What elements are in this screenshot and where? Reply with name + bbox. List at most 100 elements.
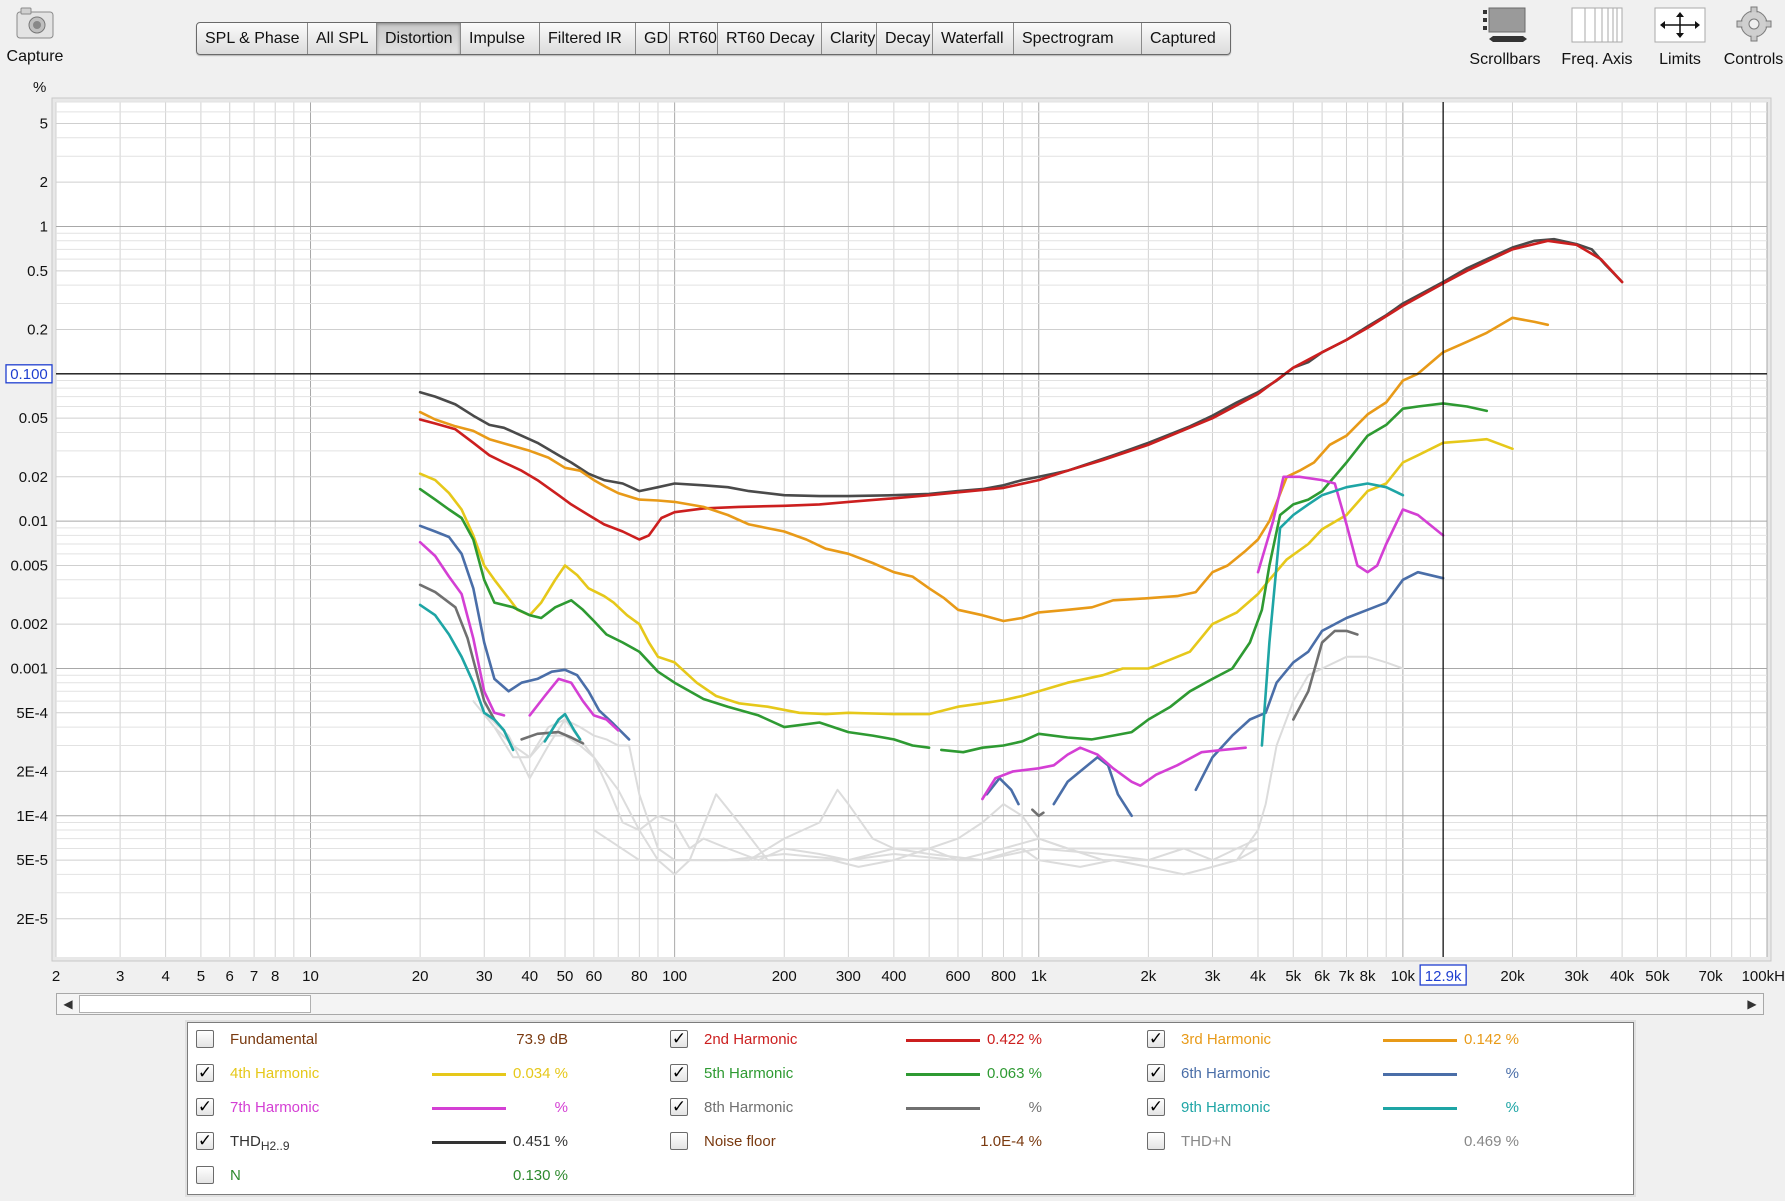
cursor-y-readout: 0.100 [10, 366, 48, 383]
scrollbars-button[interactable]: Scrollbars [1466, 4, 1544, 72]
x-tick-label: 3 [116, 968, 124, 985]
scrollbars-icon [1483, 7, 1527, 42]
legend-item-8th-harmonic: ✓ 8th Harmonic% [670, 1096, 1110, 1120]
7th-harmonic-checkbox[interactable]: ✓ [196, 1098, 214, 1116]
tab-filtered-ir[interactable]: Filtered IR [540, 23, 636, 54]
fundamental-checkbox[interactable] [196, 1030, 214, 1048]
x-tick-label: 10 [302, 968, 319, 985]
distortion-graph[interactable]: 5 2 1 0.5 0.2 0.05 0.02 0.01 0.005 0.002 0.001 5E-4… [0, 86, 1785, 986]
fundamental-value: 73.9 dB [516, 1031, 568, 1048]
y-tick-label: 5E-4 [16, 705, 48, 722]
y-tick-label: 0.02 [19, 469, 48, 486]
y-tick-label: 1 [40, 218, 48, 235]
n-checkbox[interactable] [196, 1166, 214, 1184]
tab-spl-phase[interactable]: SPL & Phase [197, 23, 308, 54]
controls-button[interactable]: Controls [1722, 4, 1785, 72]
x-tick-label: 30k [1565, 968, 1590, 985]
legend-item-3rd-harmonic: ✓ 3rd Harmonic 0.142 % [1147, 1028, 1587, 1052]
tab-rt60-decay[interactable]: RT60 Decay [718, 23, 822, 54]
scroll-right-arrow-icon[interactable]: ▶ [1741, 994, 1763, 1014]
freq-axis-icon [1571, 7, 1623, 43]
x-tick-label: 800 [991, 968, 1016, 985]
tab-decay[interactable]: Decay [877, 23, 933, 54]
x-tick-label: 80 [631, 968, 648, 985]
5th-harmonic-label: 5th Harmonic [704, 1065, 794, 1082]
7th-harmonic-value: % [554, 1099, 568, 1116]
limits-icon [1654, 7, 1706, 43]
3rd-harmonic-label: 3rd Harmonic [1181, 1031, 1272, 1048]
5th-harmonic-value: 0.063 % [986, 1065, 1042, 1082]
n-value: 0.130 % [512, 1167, 568, 1184]
8th-harmonic-checkbox[interactable]: ✓ [670, 1098, 688, 1116]
y-tick-label: 0.5 [27, 263, 48, 280]
6th-harmonic-checkbox[interactable]: ✓ [1147, 1064, 1165, 1082]
legend-item-4th-harmonic: ✓ 4th Harmonic 0.034 % [196, 1062, 636, 1086]
legend-item-9th-harmonic: ✓ 9th Harmonic% [1147, 1096, 1587, 1120]
horizontal-scrollbar[interactable]: ◀ ▶ [56, 993, 1764, 1015]
thd-label: THDH2..9 [230, 1133, 290, 1153]
scrollbars-label: Scrollbars [1469, 51, 1541, 68]
capture-label: Capture [6, 48, 64, 65]
8th-harmonic-value: % [1028, 1099, 1042, 1116]
camera-icon [16, 7, 54, 39]
y-tick-label: 2E-5 [16, 911, 48, 928]
x-tick-label: 100 [662, 968, 687, 985]
4th-harmonic-label: 4th Harmonic [230, 1065, 320, 1082]
legend-item-7th-harmonic: ✓ 7th Harmonic% [196, 1096, 636, 1120]
9th-harmonic-label: 9th Harmonic [1181, 1099, 1271, 1116]
tab-distortion[interactable]: Distortion [377, 23, 461, 54]
y-tick-label: 0.01 [19, 513, 48, 530]
x-tick-label: 6 [226, 968, 234, 985]
2nd-harmonic-label: 2nd Harmonic [704, 1031, 798, 1048]
3rd-harmonic-checkbox[interactable]: ✓ [1147, 1030, 1165, 1048]
plot-area [56, 102, 1767, 957]
6th-harmonic-value: % [1505, 1065, 1519, 1082]
tab-spectrogram[interactable]: Spectrogram [1014, 23, 1142, 54]
thd-n-checkbox[interactable] [1147, 1132, 1165, 1150]
x-tick-label: 70k [1699, 968, 1724, 985]
x-tick-label: 6k [1314, 968, 1330, 985]
x-tick-label: 50k [1645, 968, 1670, 985]
6th-harmonic-label: 6th Harmonic [1181, 1065, 1271, 1082]
8th-harmonic-label: 8th Harmonic [704, 1099, 794, 1116]
y-tick-label: 5 [40, 116, 48, 133]
trace-legend-panel: Fundamental 73.9 dB ✓ 2nd Harmonic 0.422 % ✓ 3… [187, 1022, 1634, 1195]
y-tick-label: 2E-4 [16, 763, 48, 780]
x-tick-label: 3k [1205, 968, 1221, 985]
x-tick-label: 10k [1391, 968, 1416, 985]
tab-clarity[interactable]: Clarity [822, 23, 877, 54]
scroll-left-arrow-icon[interactable]: ◀ [57, 994, 79, 1014]
limits-button[interactable]: Limits [1640, 4, 1720, 72]
thd-value: 0.451 % [512, 1133, 568, 1150]
y-tick-label: 0.001 [10, 660, 48, 677]
9th-harmonic-checkbox[interactable]: ✓ [1147, 1098, 1165, 1116]
controls-label: Controls [1723, 51, 1784, 68]
thd-n-value: 0.469 % [1463, 1133, 1519, 1150]
x-tick-label: 40 [521, 968, 538, 985]
x-tick-label: 200 [772, 968, 797, 985]
4th-harmonic-checkbox[interactable]: ✓ [196, 1064, 214, 1082]
tab-waterfall[interactable]: Waterfall [933, 23, 1014, 54]
tab-gd[interactable]: GD [636, 23, 670, 54]
x-tick-label: 50 [557, 968, 574, 985]
y-tick-label: 0.002 [10, 616, 48, 633]
2nd-harmonic-checkbox[interactable]: ✓ [670, 1030, 688, 1048]
tab-impulse[interactable]: Impulse [461, 23, 540, 54]
5th-harmonic-checkbox[interactable]: ✓ [670, 1064, 688, 1082]
legend-item-noise-floor: Noise floor 1.0E-4 % [670, 1130, 1110, 1154]
tab-rt60[interactable]: RT60 [670, 23, 718, 54]
capture-button[interactable]: Capture [6, 6, 64, 72]
freq-axis-button[interactable]: Freq. Axis [1556, 4, 1638, 72]
x-tick-label: 8k [1360, 968, 1376, 985]
thd-checkbox[interactable]: ✓ [196, 1132, 214, 1150]
y-tick-label: 0.2 [27, 321, 48, 338]
scrollbar-thumb[interactable] [79, 995, 311, 1013]
legend-item-thd: ✓ THDH2..9 0.451 % [196, 1130, 636, 1154]
tab-all-spl[interactable]: All SPL [308, 23, 377, 54]
tab-captured[interactable]: Captured [1142, 23, 1230, 54]
x-tick-label: 2 [52, 968, 60, 985]
y-tick-label: 0.05 [19, 410, 48, 427]
noise-floor-checkbox[interactable] [670, 1132, 688, 1150]
x-tick-label: 100kHz [1742, 968, 1785, 985]
x-tick-label: 2k [1140, 968, 1156, 985]
